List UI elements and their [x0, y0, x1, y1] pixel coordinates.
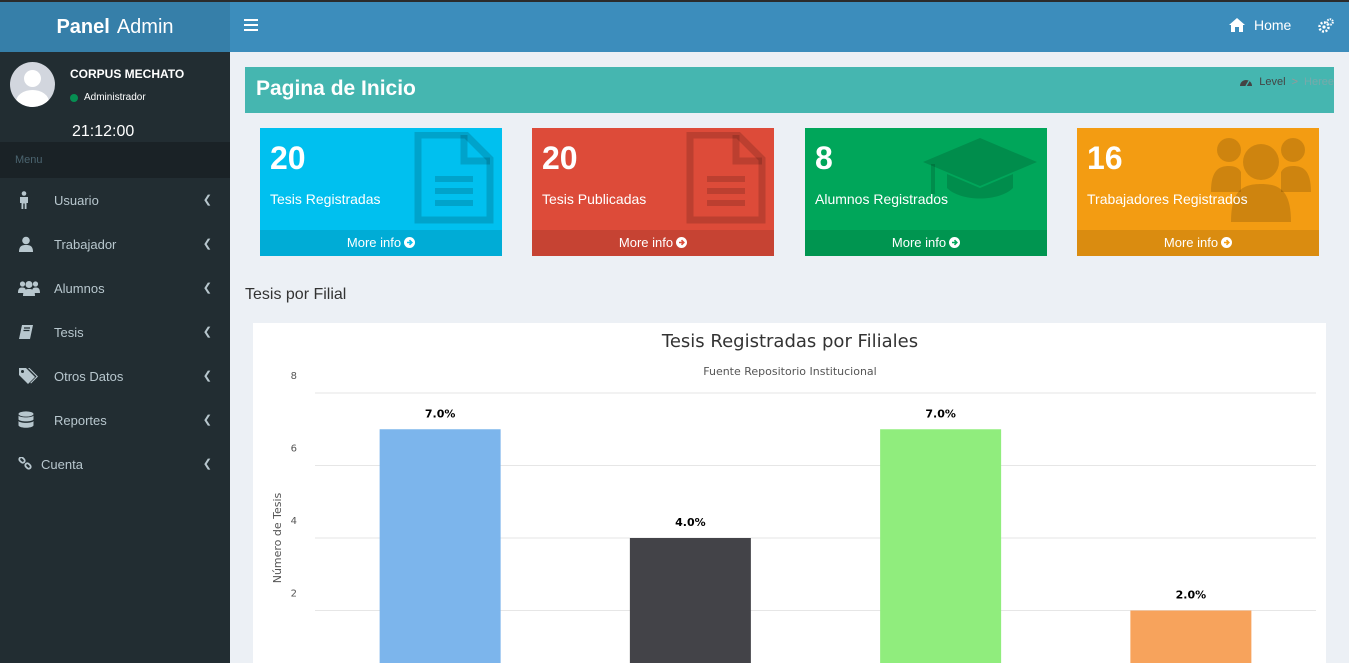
- settings-gears-icon[interactable]: [1318, 18, 1334, 39]
- arrow-circle-right-icon: [1221, 237, 1233, 248]
- chevron-left-icon: ❮: [202, 282, 212, 294]
- more-info-link[interactable]: More info: [805, 230, 1047, 256]
- y-axis-label: Número de Tesis: [271, 492, 284, 583]
- book-icon: [18, 324, 54, 340]
- chart-container: Tesis Registradas por Filiales Fuente Rep…: [253, 323, 1326, 663]
- tags-icon: [18, 367, 54, 385]
- breadcrumb-separator: >: [1291, 76, 1299, 88]
- chevron-left-icon: ❮: [202, 194, 212, 206]
- sidebar-item-label: Tesis: [54, 324, 84, 340]
- dashboard-icon: [1240, 80, 1253, 87]
- brand-light: Admin: [116, 15, 174, 38]
- more-info-label: More info: [1163, 235, 1219, 250]
- users-icon: [18, 280, 54, 296]
- box-number: 8: [815, 140, 833, 176]
- section-title: Tesis por Filial: [245, 286, 347, 303]
- breadcrumb-level[interactable]: Level: [1259, 76, 1285, 88]
- data-label: 2.0%: [1176, 589, 1207, 602]
- chart-bar: [629, 538, 751, 663]
- users-icon: [1211, 132, 1311, 227]
- page-title: Pagina de Inicio: [256, 77, 416, 100]
- box-label: Tesis Publicadas: [542, 191, 647, 207]
- box-number: 20: [270, 140, 306, 176]
- bar-chart: Tesis Registradas por Filiales Fuente Rep…: [271, 331, 1316, 663]
- info-box-tesis-publicadas: 20 Tesis Publicadas More info: [532, 128, 774, 256]
- sidebar-item-label: Otros Datos: [54, 368, 124, 384]
- sidebar-menu: Usuario ❮ Trabajador ❮ Alumnos ❮ Tesis ❮…: [0, 178, 230, 486]
- more-info-link[interactable]: More info: [1077, 230, 1319, 256]
- sidebar-item-label: Reportes: [54, 412, 107, 428]
- more-info-label: More info: [891, 235, 947, 250]
- data-label: 7.0%: [925, 407, 956, 420]
- brand-logo[interactable]: Panel Admin: [0, 0, 230, 52]
- more-info-link[interactable]: More info: [532, 230, 774, 256]
- arrow-circle-right-icon: [404, 237, 416, 248]
- chart-title: Tesis Registradas por Filiales: [661, 331, 918, 352]
- sidebar-item-tesis[interactable]: Tesis ❮: [0, 310, 230, 354]
- sidebar-toggle-icon[interactable]: [244, 19, 258, 31]
- sidebar-item-reportes[interactable]: Reportes ❮: [0, 398, 230, 442]
- file-text-icon: [686, 131, 766, 229]
- info-box-tesis-registradas: 20 Tesis Registradas More info: [260, 128, 502, 256]
- chart-bar: [1130, 610, 1252, 663]
- chevron-left-icon: ❮: [202, 370, 212, 382]
- link-icon: [18, 457, 41, 471]
- info-box-alumnos-registrados: 8 Alumnos Registrados More info: [805, 128, 1047, 256]
- more-info-label: More info: [618, 235, 674, 250]
- file-text-icon: [414, 131, 494, 229]
- chart-subtitle: Fuente Repositorio Institucional: [703, 365, 876, 378]
- sidebar-item-usuario[interactable]: Usuario ❮: [0, 178, 230, 222]
- data-label: 7.0%: [425, 407, 456, 420]
- clock: 21:12:00: [72, 123, 135, 140]
- user-name: CORPUS MECHATO: [70, 67, 185, 81]
- chevron-left-icon: ❮: [202, 458, 212, 470]
- y-tick-label: 8: [291, 371, 297, 382]
- brand-bold: Panel: [56, 15, 110, 38]
- y-tick-label: 6: [291, 444, 297, 455]
- home-label: Home: [1254, 17, 1292, 33]
- user-icon: [18, 236, 54, 252]
- sidebar-item-alumnos[interactable]: Alumnos ❮: [0, 266, 230, 310]
- y-tick-label: 4: [291, 516, 297, 527]
- database-icon: [18, 411, 54, 429]
- arrow-circle-right-icon: [949, 237, 961, 248]
- breadcrumb: Level > Heree: [1239, 76, 1334, 88]
- box-label: Trabajadores Registrados: [1087, 191, 1248, 207]
- box-label: Tesis Registradas: [270, 191, 381, 207]
- sidebar: CORPUS MECHATO Administrador 21:12:00 Me…: [0, 52, 230, 663]
- home-link[interactable]: Home: [1228, 17, 1291, 33]
- more-info-link[interactable]: More info: [260, 230, 502, 256]
- sidebar-item-trabajador[interactable]: Trabajador ❮: [0, 222, 230, 266]
- sidebar-item-otros-datos[interactable]: Otros Datos ❮: [0, 354, 230, 398]
- chevron-left-icon: ❮: [202, 238, 212, 250]
- chevron-left-icon: ❮: [202, 414, 212, 426]
- page-header: Pagina de Inicio Level > Heree: [245, 67, 1334, 113]
- top-navbar: Home: [230, 0, 1349, 52]
- user-panel: CORPUS MECHATO Administrador 21:12:00: [0, 52, 230, 142]
- chart-bar: [880, 429, 1002, 663]
- info-box-trabajadores-registrados: 16 Trabajadores Registrados More info: [1077, 128, 1319, 256]
- home-icon: [1229, 18, 1245, 32]
- breadcrumb-current: Heree: [1304, 76, 1334, 88]
- data-label: 4.0%: [675, 516, 706, 529]
- chart-bar: [379, 429, 501, 663]
- arrow-circle-right-icon: [676, 237, 688, 248]
- box-number: 20: [542, 140, 578, 176]
- box-label: Alumnos Registrados: [815, 191, 949, 207]
- sidebar-item-cuenta[interactable]: Cuenta ❮: [0, 442, 230, 486]
- user-status: Administrador: [70, 92, 146, 103]
- menu-header: Menu: [0, 142, 230, 178]
- male-icon: [18, 191, 54, 209]
- sidebar-item-label: Trabajador: [54, 236, 117, 252]
- chevron-left-icon: ❮: [202, 326, 212, 338]
- avatar: [10, 62, 55, 107]
- sidebar-item-label: Usuario: [54, 192, 99, 208]
- more-info-label: More info: [346, 235, 402, 250]
- user-role: Administrador: [84, 92, 146, 103]
- y-tick-label: 2: [291, 589, 297, 600]
- sidebar-item-label: Cuenta: [41, 456, 83, 472]
- box-number: 16: [1087, 140, 1123, 176]
- online-dot-icon: [70, 93, 78, 102]
- sidebar-item-label: Alumnos: [54, 280, 105, 296]
